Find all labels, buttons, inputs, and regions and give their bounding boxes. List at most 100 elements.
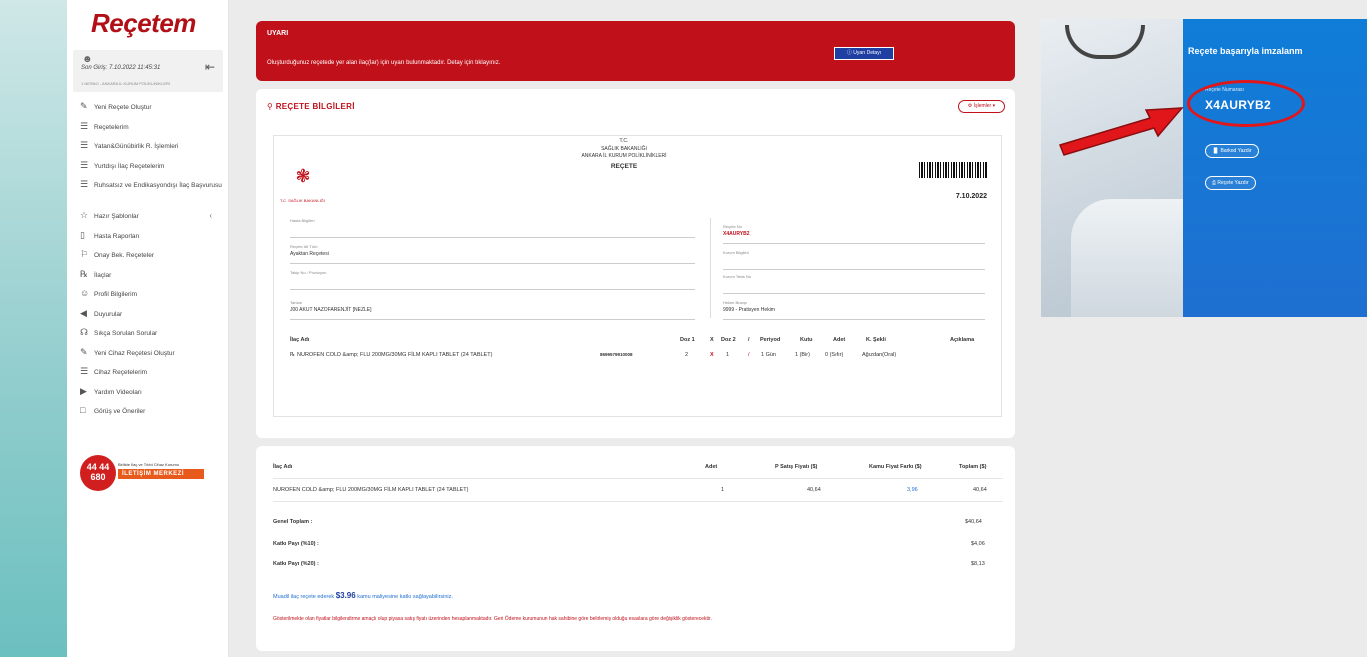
chevron-left-icon: ‹ — [209, 211, 212, 220]
sidebar-item-pending[interactable]: ⚐ Onay Bek. Reçeteler — [80, 250, 228, 270]
operations-button-label: İşlemler — [973, 103, 992, 109]
sidebar-item-label: İlaçlar — [94, 271, 112, 279]
edit-icon: ✎ — [80, 101, 88, 111]
chevron-down-icon: ▾ — [991, 103, 996, 109]
share20-value: $8,13 — [971, 561, 985, 567]
sidebar-item-templates[interactable]: ☆ Hazır Şablonlar ‹ — [80, 211, 228, 231]
pricing-header-total: Toplam ($) — [959, 464, 987, 470]
header-slash: / — [748, 337, 750, 343]
sidebar-item-label: Ruhsatsız ve Endikasyondışı İlaç Başvuru… — [94, 182, 222, 189]
header-dose1: Doz 1 — [680, 337, 695, 343]
sidebar-item-label: Sıkça Sorulan Sorular — [94, 330, 158, 337]
sidebar-item-faq[interactable]: ☊ Sıkça Sorulan Sorular — [80, 328, 228, 348]
savings-suffix: kamu maliyesine katkı sağlayabilirsiniz. — [357, 594, 453, 600]
header-desc: Açıklama — [950, 337, 975, 343]
call-center-number-bottom: 680 — [90, 472, 106, 482]
warning-text[interactable]: Oluşturduğunuz reçetede yer alan ilaç(la… — [267, 60, 500, 66]
prescription-date: 7.10.2022 — [955, 193, 987, 200]
sidebar-item-unlicensed[interactable]: ☰ Ruhsatsız ve Endikasyondışı İlaç Başvur… — [80, 180, 228, 211]
field-value — [290, 277, 695, 284]
list-icon: ☰ — [80, 366, 89, 376]
call-center-label: İLETİŞİM MERKEZİ — [118, 469, 204, 479]
sidebar-item-label: Yatan&Günübirlik R. İşlemleri — [94, 143, 179, 150]
sidebar-item-label: Cihaz Reçetelerim — [94, 369, 148, 376]
user-icon: ☻ — [82, 54, 93, 65]
sidebar-item-label: Onay Bek. Reçeteler — [94, 252, 154, 259]
call-center-badge[interactable]: 44 44 680 Birlikte İlaç ve Tıbbi Cihaz Ku… — [80, 455, 204, 491]
prescription-header: T.C. SAĞLIK BAKANLIĞI ANKARA İL KURUM PO… — [524, 138, 724, 170]
sidebar-nav: ✎ Yeni Reçete Oluştur ☰ Reçetelerim ☰ Yatan… — [80, 102, 228, 426]
pricing-cell-price: 40,64 — [807, 487, 821, 493]
header-tc: T.C. — [619, 138, 629, 144]
call-center-number-top: 44 44 — [86, 462, 110, 472]
highlight-circle — [1187, 80, 1305, 127]
warning-detail-button[interactable]: ⓘ Uyarı Detayı — [834, 47, 894, 60]
sidebar-item-inpatient[interactable]: ☰ Yatan&Günübirlik R. İşlemleri — [80, 141, 228, 161]
flag-icon: ⚐ — [80, 249, 89, 259]
header-box: Kutu — [800, 337, 813, 343]
pricing-card: İlaç Adı Adet P Satış Fiyatı ($) Kamu Fi… — [256, 446, 1015, 651]
sidebar-item-patient-reports[interactable]: ▯ Hasta Raporları — [80, 229, 228, 251]
header-ministry: SAĞLIK BAKANLIĞI — [601, 145, 647, 152]
pricing-divider — [273, 478, 1003, 479]
sidebar-item-abroad[interactable]: ☰ Yurtdışı İlaç Reçetelerim — [80, 160, 228, 181]
header-form: K. Şekli — [866, 337, 886, 343]
sidebar-item-drugs[interactable]: ℞ İlaçlar — [80, 268, 228, 290]
sidebar-item-new-device[interactable]: ✎ Yeni Cihaz Reçetesi Oluştur — [80, 347, 228, 368]
pricing-header-diff: Kamu Fiyat Farkı ($) — [869, 464, 922, 470]
chat-icon: □ — [80, 405, 86, 415]
sidebar-item-label: Yardım Videoları — [94, 388, 142, 396]
sidebar-item-feedback[interactable]: □ Görüş ve Öneriler — [80, 406, 228, 426]
star-icon: ☆ — [80, 210, 89, 220]
cell-box: 1 (Bir) — [795, 352, 810, 358]
list-icon: ☰ — [80, 120, 89, 131]
sidebar-item-profile[interactable]: ☺ Profil Bilgilerim — [80, 289, 228, 309]
patient-info-field: Hasta Bilgileri — [290, 218, 695, 238]
list-icon: ☰ — [80, 140, 89, 150]
field-value: J00 AKUT NAZOFARENJİT [NEZLE] — [290, 307, 372, 313]
field-value: Ayaktan Reçetesi — [290, 251, 329, 257]
prescription-number-field: Reçete No X4AURYB2 — [723, 224, 985, 244]
megaphone-icon: ◀ — [80, 307, 87, 318]
pricing-cell-drug: NUROFEN COLD &amp; FLU 200MG/30MG FİLM K… — [273, 487, 469, 493]
warning-detail-label: Uyarı Detayı — [853, 50, 882, 56]
sidebar-item-prescriptions[interactable]: ☰ Reçetelerim — [80, 120, 228, 142]
field-value — [290, 225, 695, 232]
field-value: 9999 - Pratisyen Hekim — [723, 307, 775, 313]
field-label: Reçete Alt Türü — [290, 244, 318, 249]
field-label: Takip No / Provizyon — [290, 270, 327, 275]
field-label: Reçete No — [723, 224, 742, 229]
cell-qty: 0 (Sıfır) — [825, 352, 844, 358]
field-label: Tanılar — [290, 300, 303, 305]
prescription-document: ❃ T.C. SAĞLIK BAKANLIĞI T.C. SAĞLIK BAKA… — [273, 135, 1002, 417]
document-icon: ▯ — [80, 229, 85, 240]
cell-period: 1 Gün — [761, 352, 776, 358]
sidebar-item-videos[interactable]: ▶ Yardım Videoları — [80, 385, 228, 407]
savings-message: Muadil ilaç reçete ederek $3.96 kamu mal… — [273, 591, 453, 600]
pricing-header-drug: İlaç Adı — [273, 464, 293, 470]
sidebar-item-announcements[interactable]: ◀ Duyurular — [80, 307, 228, 329]
success-title: Reçete başarıyla imzalanm — [1188, 46, 1303, 56]
pricing-header-qty: Adet — [705, 464, 718, 470]
print-prescription-label: Reçete Yazdır — [1217, 180, 1249, 186]
barcode-image — [919, 162, 987, 178]
pill-icon: ℞ — [80, 268, 89, 279]
print-prescription-button[interactable]: ⎙ Reçete Yazdır — [1205, 176, 1256, 190]
headset-icon: ☊ — [80, 327, 88, 337]
sidebar-item-new-prescription[interactable]: ✎ Yeni Reçete Oluştur — [80, 102, 228, 122]
header-doc-title: REÇETE — [610, 162, 638, 170]
logout-icon[interactable]: ⇤ — [205, 60, 215, 74]
warning-title: UYARI — [267, 30, 289, 37]
print-barcode-button[interactable]: ▐▌ Barkod Yazdır — [1205, 144, 1259, 158]
pricing-cell-diff[interactable]: 3,96 — [907, 487, 918, 493]
app-logo[interactable]: Reçetem — [91, 8, 196, 39]
video-icon: ▶ — [80, 385, 87, 396]
field-value — [723, 281, 985, 288]
background-strip — [0, 0, 67, 657]
operations-button[interactable]: ⚙ İşlemler ▾ — [958, 100, 1005, 113]
share10-value: $4,06 — [971, 541, 985, 547]
general-total-label: Genel Toplam : — [273, 519, 313, 525]
sidebar-item-device-prescriptions[interactable]: ☰ Cihaz Reçetelerim — [80, 367, 228, 387]
user-detail-text: 1 NESNO - ANKARA İL KURUM POLİKLİNİKLERİ — [81, 81, 170, 86]
doctor-coat-graphic — [1071, 199, 1183, 317]
